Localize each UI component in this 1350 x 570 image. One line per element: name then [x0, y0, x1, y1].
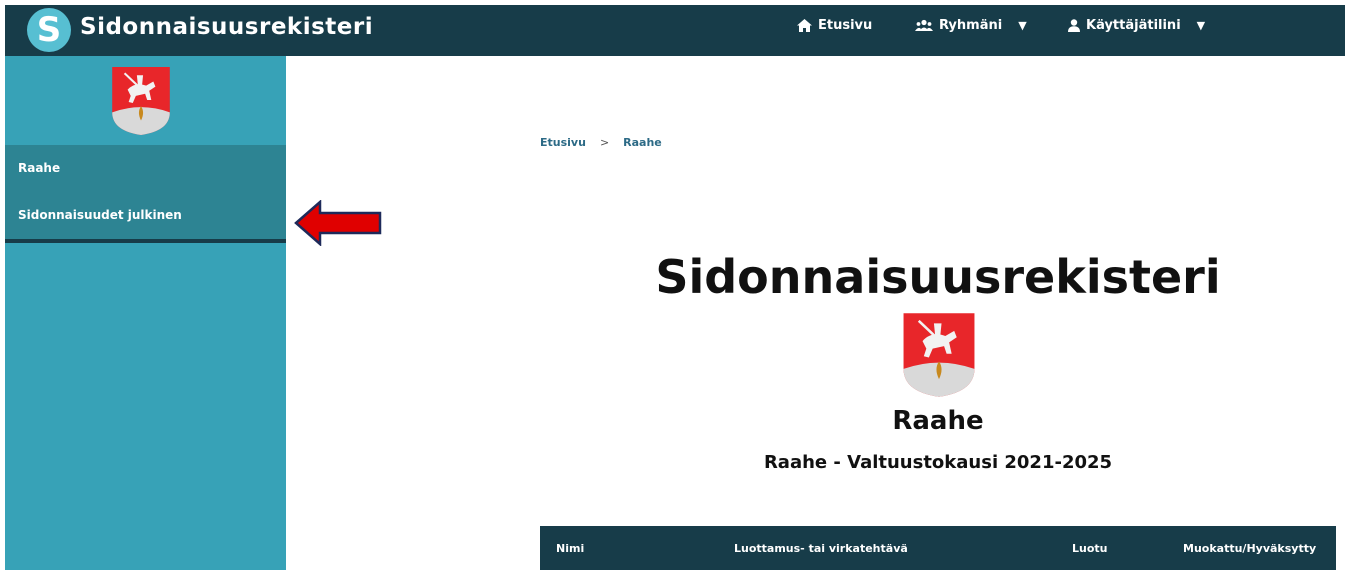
app-title[interactable]: Sidonnaisuusrekisteri [80, 14, 373, 40]
users-icon [915, 19, 933, 31]
municipality-name: Raahe [892, 406, 984, 436]
breadcrumb-current[interactable]: Raahe [623, 136, 662, 149]
sidebar: Raahe Sidonnaisuudet julkinen [5, 56, 286, 570]
nav-account-label: Käyttäjätilini [1086, 18, 1181, 33]
table-header: Nimi Luottamus- tai virkatehtävä Luotu M… [540, 526, 1336, 570]
nav-groups-menu[interactable]: Ryhmäni ▼ [915, 18, 1027, 33]
column-header-name[interactable]: Nimi [556, 542, 584, 555]
column-header-created[interactable]: Luotu [1072, 542, 1108, 555]
logo-icon[interactable]: S [27, 8, 71, 52]
account-dropdown-caret-icon[interactable]: ▼ [1197, 19, 1205, 32]
user-icon [1068, 19, 1080, 32]
term-period: Raahe - Valtuustokausi 2021-2025 [763, 452, 1113, 473]
sidebar-item-sidonnaisuudet-julkinen[interactable]: Sidonnaisuudet julkinen [18, 208, 182, 222]
groups-dropdown-caret-icon[interactable]: ▼ [1018, 19, 1026, 32]
breadcrumb-separator: > [599, 136, 610, 149]
sidebar-item-raahe[interactable]: Raahe [18, 161, 60, 175]
page-title: Sidonnaisuusrekisteri [655, 250, 1221, 304]
red-arrow-annotation-icon [294, 200, 382, 246]
nav-groups-label: Ryhmäni [939, 18, 1003, 33]
column-header-role[interactable]: Luottamus- tai virkatehtävä [734, 542, 908, 555]
nav-home-link[interactable]: Etusivu [797, 18, 872, 33]
home-icon [797, 19, 812, 32]
nav-home-label: Etusivu [818, 18, 873, 33]
breadcrumb-home-link[interactable]: Etusivu [540, 136, 586, 149]
breadcrumb: Etusivu > Raahe [540, 136, 662, 149]
column-header-modified[interactable]: Muokattu/Hyväksytty [1183, 542, 1316, 555]
top-navigation-bar: S Sidonnaisuusrekisteri Etusivu Ryhmäni … [5, 5, 1345, 56]
coat-of-arms-icon [903, 313, 975, 397]
nav-account-menu[interactable]: Käyttäjätilini ▼ [1068, 18, 1205, 33]
coat-of-arms-icon [112, 67, 170, 135]
sidebar-menu: Raahe Sidonnaisuudet julkinen [5, 145, 286, 243]
